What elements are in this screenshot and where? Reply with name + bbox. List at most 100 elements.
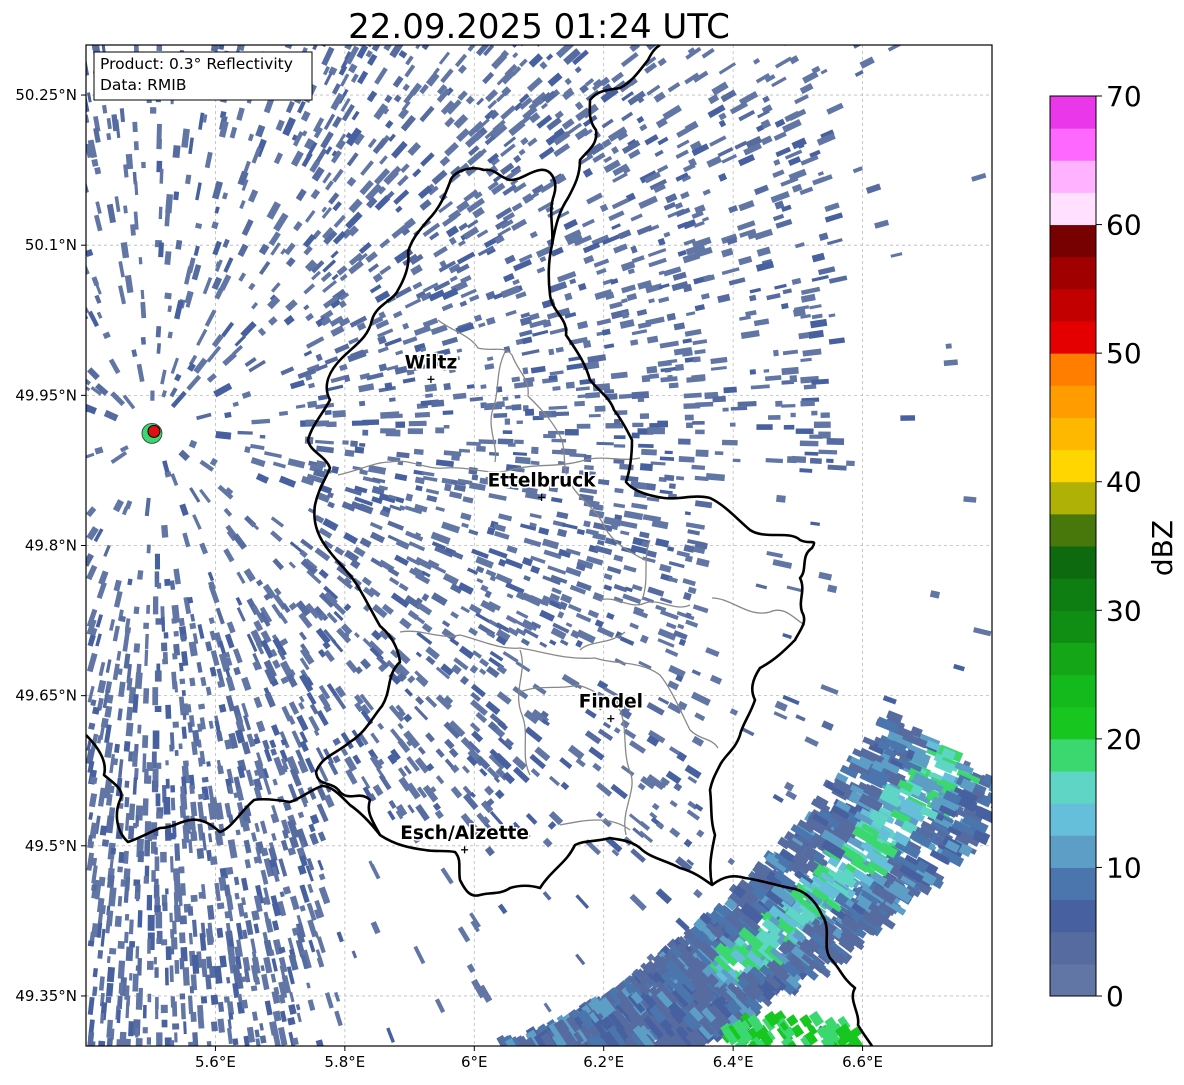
y-tick-label: 50.25°N	[15, 86, 77, 104]
radar-map-figure: 22.09.2025 01:24 UTC Wiltz Ettelbruck Find…	[0, 0, 1184, 1081]
echo-cell	[384, 382, 393, 391]
map-title: 22.09.2025 01:24 UTC	[348, 7, 730, 47]
echo-cell	[531, 446, 539, 455]
echo-cell	[146, 544, 151, 554]
colorbar-tick-label: 10	[1106, 851, 1142, 884]
echo-cell	[514, 439, 524, 445]
echo-cell	[169, 965, 174, 983]
echo-cell	[468, 466, 478, 475]
echo-cell	[160, 851, 167, 863]
echo-cell	[154, 878, 159, 885]
echo-cell	[160, 1004, 168, 1014]
echo-cell	[105, 996, 112, 1004]
echo-cell	[809, 457, 822, 464]
echo-cell	[443, 424, 450, 429]
echo-cell	[989, 796, 992, 812]
echo-cell	[712, 395, 726, 403]
echo-cell	[189, 622, 197, 630]
echo-cell	[155, 911, 163, 929]
figure-canvas: 22.09.2025 01:24 UTC Wiltz Ettelbruck Find…	[15, 7, 1179, 1071]
echo-cell	[125, 946, 134, 962]
echo-cell	[431, 399, 445, 408]
echo-cell	[435, 427, 445, 434]
radar-site-marker	[141, 422, 163, 444]
echo-cell	[182, 760, 189, 767]
echo-cell	[637, 397, 645, 403]
colorbar-segment	[1050, 192, 1096, 226]
echo-cell	[647, 427, 665, 435]
echo-cell	[443, 382, 451, 391]
echo-cell	[811, 410, 818, 416]
city-label: Wiltz	[405, 352, 458, 373]
colorbar-label: dBZ	[1146, 520, 1179, 576]
echo-cell	[209, 856, 218, 866]
colorbar-segment	[1050, 738, 1096, 772]
echo-cell	[451, 454, 460, 461]
x-tick-label: 5.6°E	[195, 1053, 236, 1071]
echo-cell	[160, 642, 168, 652]
echo-cell	[110, 757, 119, 766]
echo-cell	[146, 894, 153, 911]
echo-cell	[1003, 789, 1022, 803]
echo-cell	[818, 431, 831, 439]
echo-cell	[548, 348, 555, 356]
echo-cell	[174, 749, 179, 757]
echo-cell	[362, 429, 369, 436]
echo-cell	[172, 1023, 180, 1030]
colorbar-segment	[1050, 899, 1096, 933]
city-label: Findel	[579, 692, 643, 713]
echo-cell	[225, 866, 234, 876]
echo-cell	[179, 915, 188, 925]
echo-cell	[124, 913, 130, 921]
echo-cell	[763, 369, 770, 373]
echo-cell	[116, 1039, 123, 1046]
echo-cell	[224, 910, 231, 919]
echo-cell	[565, 381, 575, 389]
echo-cell	[171, 618, 177, 624]
y-tick-label: 49.95°N	[15, 386, 77, 404]
echo-cell	[124, 626, 132, 634]
echo-cell	[163, 796, 171, 815]
echo-cell	[551, 438, 567, 443]
echo-cell	[180, 1003, 186, 1020]
echo-cell	[174, 1032, 178, 1043]
echo-cell	[594, 405, 606, 412]
echo-cell	[154, 847, 158, 855]
echo-cell	[156, 123, 162, 141]
colorbar-segment	[1050, 481, 1096, 515]
echo-cell	[165, 888, 169, 895]
echo-cell	[169, 744, 174, 752]
echo-cell	[732, 458, 741, 463]
echo-cell	[723, 386, 737, 394]
echo-cell	[684, 414, 694, 421]
echo-cell	[123, 850, 129, 864]
y-tick-label: 50.1°N	[25, 236, 77, 254]
echo-cell	[584, 464, 594, 471]
echo-cell	[178, 743, 183, 750]
echo-cell	[143, 876, 149, 884]
y-tick-label: 49.5°N	[25, 837, 77, 855]
echo-cell	[133, 45, 139, 53]
echo-cell	[216, 927, 224, 938]
echo-cell	[502, 396, 509, 401]
colorbar-segment	[1050, 931, 1096, 965]
echo-cell	[135, 946, 140, 959]
echo-cell	[646, 365, 658, 374]
colorbar-tick-label: 0	[1106, 980, 1124, 1013]
echo-cell	[196, 848, 205, 859]
echo-cell	[135, 1028, 139, 1038]
echo-cell	[147, 938, 151, 954]
echo-cell	[117, 940, 125, 949]
echo-cell	[350, 440, 358, 447]
echo-cell	[181, 690, 186, 697]
echo-cell	[820, 412, 830, 418]
echo-cell	[781, 403, 796, 408]
echo-cell	[668, 382, 679, 389]
echo-cell	[324, 410, 332, 416]
echo-cell	[142, 798, 149, 816]
echo-cell	[259, 434, 266, 439]
echo-cell	[142, 1027, 148, 1034]
echo-cell	[154, 905, 161, 912]
echo-cell	[675, 363, 685, 371]
echo-cell	[119, 615, 126, 623]
